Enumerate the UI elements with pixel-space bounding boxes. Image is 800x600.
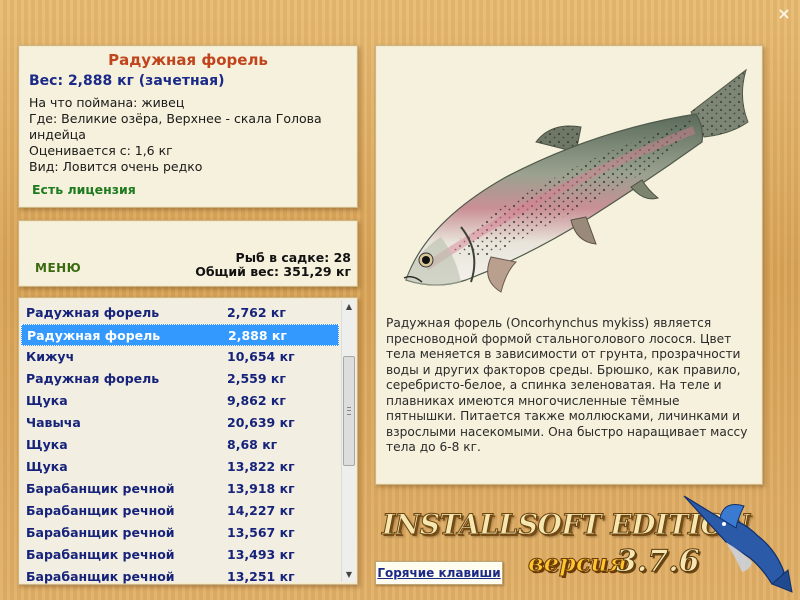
catch-list-row[interactable]: Чавыча 20,639 кг xyxy=(21,412,339,434)
catch-fish-name: Щука xyxy=(26,393,68,408)
fish-weight: Вес: 2,888 кг (зачетная) xyxy=(29,73,225,89)
catch-fish-weight: 10,654 кг xyxy=(227,349,295,364)
catch-fish-weight: 13,567 кг xyxy=(227,525,295,540)
catch-fish-weight: 13,918 кг xyxy=(227,481,295,496)
scroll-up-icon[interactable]: ▲ xyxy=(342,300,356,314)
bait-line: На что поймана: живец xyxy=(29,95,185,110)
hotkeys-button[interactable]: Горячие клавиши xyxy=(375,561,503,585)
catch-fish-weight: 2,559 кг xyxy=(227,371,286,386)
catch-fish-weight: 14,227 кг xyxy=(227,503,295,518)
catch-fish-name: Щука xyxy=(26,459,68,474)
rainbow-trout-image xyxy=(403,68,749,293)
fish-info-panel: Радужная форель Вес: 2,888 кг (зачетная)… xyxy=(18,45,358,208)
catch-fish-name: Барабанщик речной xyxy=(26,525,175,540)
catch-list-row[interactable]: Барабанщик речной 13,493 кг xyxy=(21,544,339,566)
catch-fish-weight: 2,762 кг xyxy=(227,305,286,320)
scrollbar-thumb[interactable] xyxy=(343,356,355,466)
cage-summary: Рыб в садке: 28 Общий вес: 351,29 кг xyxy=(195,251,351,279)
catch-fish-name: Радужная форель xyxy=(27,328,161,343)
grip-icon xyxy=(347,407,351,415)
catch-fish-name: Барабанщик речной xyxy=(26,481,175,496)
catch-list-row[interactable]: Барабанщик речной 13,918 кг xyxy=(21,478,339,500)
fish-title: Радужная форель xyxy=(108,51,268,69)
catch-fish-weight: 9,862 кг xyxy=(227,393,286,408)
fish-picture-panel: Радужная форель (Oncorhynchus mykiss) яв… xyxy=(375,45,763,485)
scrollbar[interactable]: ▲ ▼ xyxy=(341,300,355,582)
catch-fish-weight: 13,493 кг xyxy=(227,547,295,562)
catch-fish-weight: 8,68 кг xyxy=(227,437,278,452)
catch-list-row[interactable]: Радужная форель 2,559 кг xyxy=(21,368,339,390)
catch-fish-name: Барабанщик речной xyxy=(26,547,175,562)
catch-fish-name: Барабанщик речной xyxy=(26,569,175,584)
scroll-down-icon[interactable]: ▼ xyxy=(342,568,356,582)
fish-description: Радужная форель (Oncorhynchus mykiss) яв… xyxy=(386,316,748,454)
catch-list-row[interactable]: Барабанщик речной 13,567 кг xyxy=(21,522,339,544)
catch-list-row[interactable]: Барабанщик речной 14,227 кг xyxy=(21,500,339,522)
catch-list-row[interactable]: Щука 13,822 кг xyxy=(21,456,339,478)
catch-list-row[interactable]: Щука 8,68 кг xyxy=(21,434,339,456)
menu-button[interactable]: МЕНЮ xyxy=(35,261,81,275)
catch-fish-name: Барабанщик речной xyxy=(26,503,175,518)
catch-fish-name: Радужная форель xyxy=(26,305,160,320)
catch-list-row[interactable]: Радужная форель 2,762 кг xyxy=(21,302,339,324)
marlin-icon xyxy=(683,495,793,593)
total-weight: Общий вес: 351,29 кг xyxy=(195,264,351,279)
catch-fish-name: Радужная форель xyxy=(26,371,160,386)
license-status: Есть лицензия xyxy=(32,182,136,197)
catch-list[interactable]: Радужная форель 2,762 кг Радужная форель 2,… xyxy=(21,302,339,584)
catch-list-panel: Радужная форель 2,762 кг Радужная форель 2,… xyxy=(18,297,358,585)
catch-list-row[interactable]: Кижуч 10,654 кг xyxy=(21,346,339,368)
location-line: Где: Великие озёра, Верхнее - скала Голо… xyxy=(29,111,322,142)
catch-list-row[interactable]: Барабанщик речной 13,251 кг xyxy=(21,566,339,584)
rated-from-line: Оценивается с: 1,6 кг xyxy=(29,143,173,158)
catch-list-row[interactable]: Щука 9,862 кг xyxy=(21,390,339,412)
catch-fish-weight: 13,251 кг xyxy=(227,569,295,584)
fish-count: Рыб в садке: 28 xyxy=(235,250,351,265)
catch-fish-name: Чавыча xyxy=(26,415,81,430)
version-label: версия xyxy=(528,548,628,578)
fish-details: На что поймана: живец Где: Великие озёра… xyxy=(29,95,347,175)
close-icon[interactable]: × xyxy=(776,6,792,22)
catch-fish-weight: 2,888 кг xyxy=(228,328,287,343)
catch-fish-name: Щука xyxy=(26,437,68,452)
rarity-line: Вид: Ловится очень редко xyxy=(29,159,203,174)
menu-panel: МЕНЮ Рыб в садке: 28 Общий вес: 351,29 к… xyxy=(18,220,358,287)
catch-fish-name: Кижуч xyxy=(26,349,75,364)
catch-list-row[interactable]: Радужная форель 2,888 кг xyxy=(21,324,339,346)
catch-fish-weight: 13,822 кг xyxy=(227,459,295,474)
catch-fish-weight: 20,639 кг xyxy=(227,415,295,430)
